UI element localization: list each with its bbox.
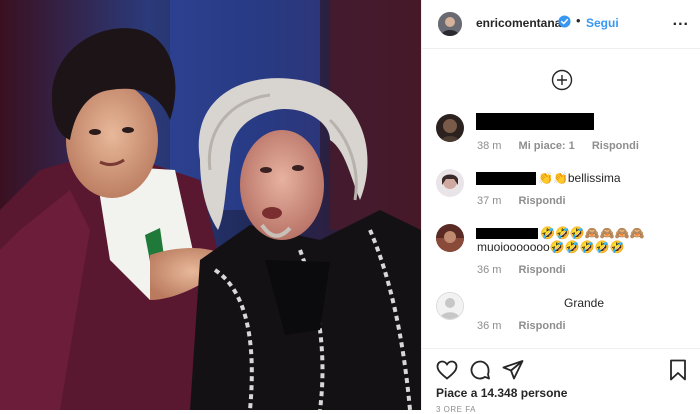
comment-text-line2: muoiooooooo🤣🤣🤣🤣🤣 (477, 240, 625, 254)
post-photo (0, 0, 421, 410)
share-icon[interactable] (501, 358, 525, 382)
comment-time: 36 m (477, 264, 502, 276)
comment-avatar-image (436, 114, 464, 142)
comment-avatar[interactable] (436, 114, 464, 142)
reply-button[interactable]: Rispondi (519, 195, 566, 207)
comment-time: 38 m (477, 140, 502, 152)
comment-text: Grande (564, 296, 605, 310)
redacted-username (476, 113, 594, 130)
author-avatar-image (438, 12, 462, 36)
reply-button[interactable]: Rispondi (519, 320, 566, 332)
follow-button[interactable]: Segui (586, 16, 619, 30)
comment-meta: 36 m Rispondi (477, 264, 580, 276)
more-options-button[interactable]: ... (673, 12, 689, 30)
comment-avatar[interactable] (436, 169, 464, 197)
reply-button[interactable]: Rispondi (519, 264, 566, 276)
redacted-username (476, 228, 538, 239)
comment-likes-count[interactable]: Mi piace: 1 (519, 140, 575, 152)
post-photo-image (0, 0, 421, 410)
instagram-post: enricomentana • Segui ... 38 m Mi piace:… (0, 0, 700, 414)
post-header: enricomentana • Segui ... (422, 0, 700, 49)
likes-count[interactable]: Piace a 14.348 persone (436, 386, 567, 400)
comment-avatar-image (436, 169, 464, 197)
reply-button[interactable]: Rispondi (592, 140, 639, 152)
heart-icon[interactable] (435, 358, 459, 382)
comment-time: 36 m (477, 320, 502, 332)
comment-time: 37 m (477, 195, 502, 207)
header-separator: • (576, 13, 581, 28)
comment-icon[interactable] (468, 358, 492, 382)
post-side-panel: enricomentana • Segui ... 38 m Mi piace:… (421, 0, 700, 414)
author-username[interactable]: enricomentana (476, 16, 561, 30)
add-comment-icon[interactable] (551, 69, 573, 91)
post-actions: Piace a 14.348 persone 3 ORE FA (422, 348, 700, 414)
comment-meta: 37 m Rispondi (477, 195, 580, 207)
author-avatar[interactable] (438, 12, 462, 36)
comment-avatar[interactable] (436, 224, 464, 252)
redacted-username (476, 172, 536, 185)
comment-meta: 38 m Mi piace: 1 Rispondi (477, 140, 653, 152)
default-avatar-icon (437, 293, 463, 319)
comment-avatar[interactable] (436, 292, 464, 320)
bookmark-icon[interactable] (666, 358, 690, 382)
comment-avatar-image (436, 224, 464, 252)
comment-text: 🤣🤣🤣🙈🙈🙈🙈 (540, 226, 645, 240)
comment-meta: 36 m Rispondi (477, 320, 580, 332)
comment-text: 👏👏bellissima (538, 171, 621, 185)
verified-badge-icon (558, 15, 571, 28)
